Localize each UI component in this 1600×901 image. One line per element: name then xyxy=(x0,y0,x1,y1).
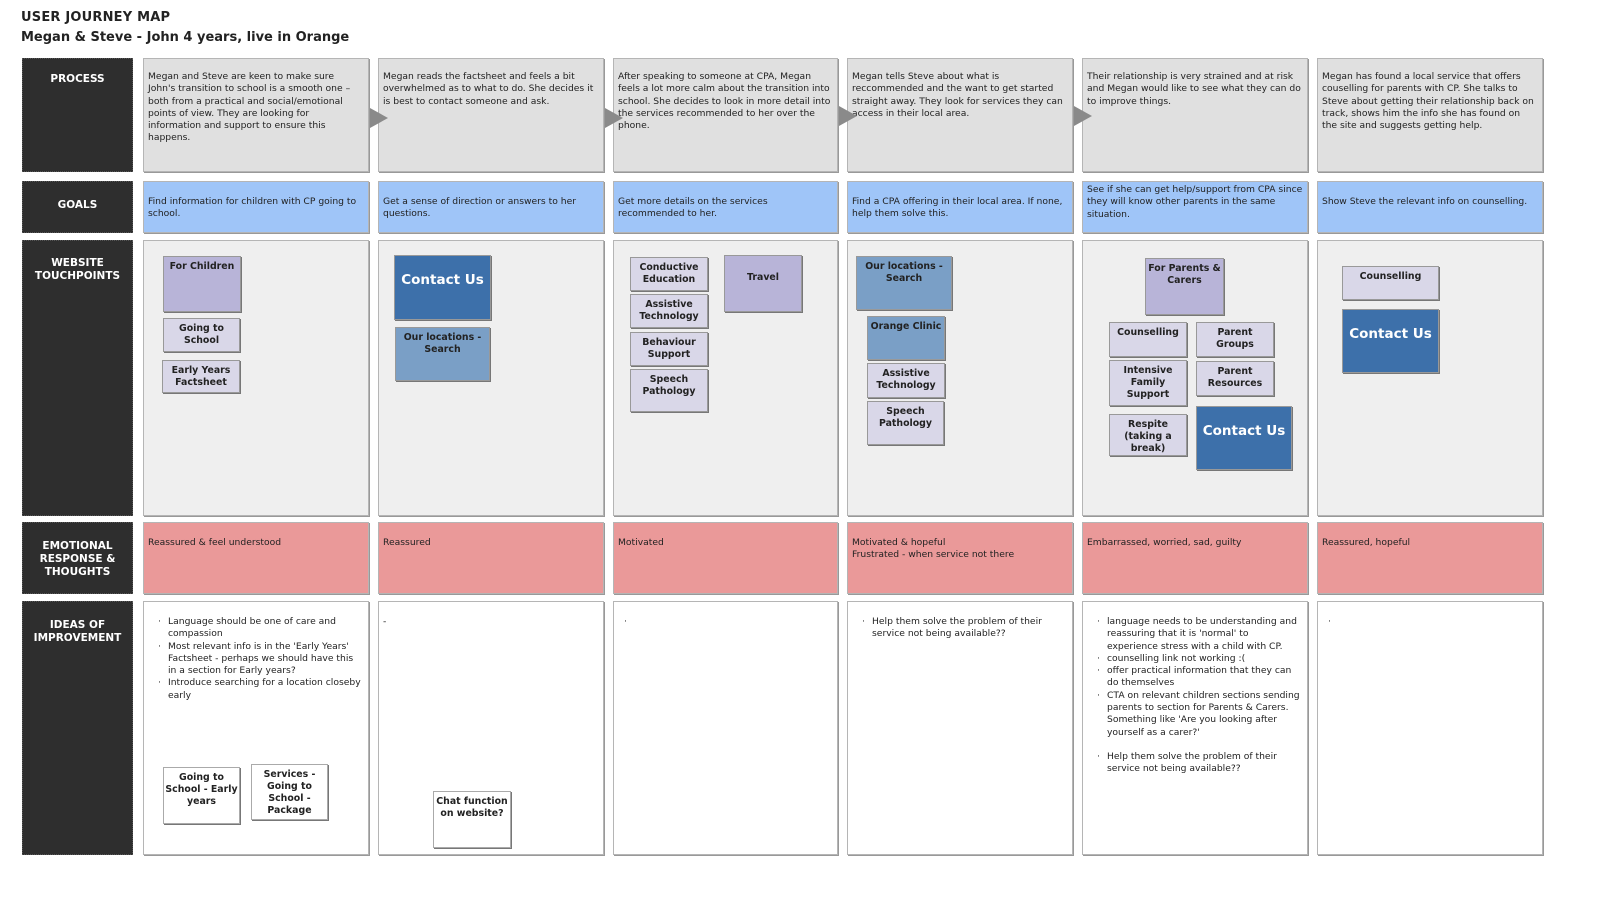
arrow-right-icon xyxy=(605,108,623,128)
goal-cell-1: Find information for children with CP go… xyxy=(143,181,369,233)
row-label-touchpoints: WEBSITE TOUCHPOINTS xyxy=(22,240,133,516)
idea-item: Introduce searching for a location close… xyxy=(158,677,362,702)
ideas-cell-6: · xyxy=(1317,601,1543,855)
idea-item: Language should be one of care and compa… xyxy=(158,616,362,641)
idea-item: Help them solve the problem of their ser… xyxy=(862,616,1066,641)
touchpoint-counselling[interactable]: Counselling xyxy=(1342,266,1439,300)
idea-item: counselling link not working :( xyxy=(1097,653,1301,666)
touchpoints-cell-3: Conductive Education Assistive Technolog… xyxy=(613,240,838,516)
idea-item: Most relevant info is in the 'Early Year… xyxy=(158,641,362,678)
touchpoint-parent-resources[interactable]: Parent Resources xyxy=(1196,361,1274,396)
idea-box-going-to-school-early-years[interactable]: Going to School - Early years xyxy=(163,767,240,824)
touchpoints-cell-4: Our locations - Search Orange Clinic Ass… xyxy=(847,240,1073,516)
process-cell-6: Megan has found a local service that off… xyxy=(1317,58,1543,172)
touchpoint-our-locations-search[interactable]: Our locations - Search xyxy=(856,256,952,310)
touchpoint-assistive-technology[interactable]: Assistive Technology xyxy=(867,363,945,398)
touchpoint-contact-us[interactable]: Contact Us xyxy=(1196,406,1292,470)
process-cell-2: Megan reads the factsheet and feels a bi… xyxy=(378,58,604,172)
touchpoint-conductive-education[interactable]: Conductive Education xyxy=(630,257,708,291)
touchpoint-travel[interactable]: Travel xyxy=(724,255,802,312)
touchpoints-cell-5: For Parents & Carers Counselling Parent … xyxy=(1082,240,1308,516)
touchpoint-contact-us[interactable]: Contact Us xyxy=(394,255,491,320)
touchpoints-cell-1: For Children Going to School Early Years… xyxy=(143,240,369,516)
touchpoint-speech-pathology[interactable]: Speech Pathology xyxy=(867,401,944,445)
touchpoint-speech-pathology[interactable]: Speech Pathology xyxy=(630,369,708,412)
idea-box-services-going-to-school[interactable]: Services - Going to School - Package xyxy=(251,764,328,820)
page-subtitle: Megan & Steve - John 4 years, live in Or… xyxy=(21,30,350,45)
idea-item: offer practical information that they ca… xyxy=(1097,665,1301,690)
emotion-cell-6: Reassured, hopeful xyxy=(1317,522,1543,594)
goal-cell-4: Find a CPA offering in their local area.… xyxy=(847,181,1073,233)
ideas-cell-5: language needs to be understanding and r… xyxy=(1082,601,1308,855)
ideas-cell-2: - Chat function on website? xyxy=(378,601,604,855)
page-title: USER JOURNEY MAP xyxy=(21,10,171,25)
touchpoint-for-parents-and-carers[interactable]: For Parents & Carers xyxy=(1145,258,1224,315)
idea-box-chat-function[interactable]: Chat function on website? xyxy=(433,791,511,848)
goal-cell-3: Get more details on the services recomme… xyxy=(613,181,838,233)
goal-cell-6: Show Steve the relevant info on counsell… xyxy=(1317,181,1543,233)
touchpoint-going-to-school[interactable]: Going to School xyxy=(163,318,240,352)
process-cell-1: Megan and Steve are keen to make sure Jo… xyxy=(143,58,369,172)
touchpoint-behaviour-support[interactable]: Behaviour Support xyxy=(630,332,708,366)
emotion-cell-2: Reassured xyxy=(378,522,604,594)
row-label-goals: GOALS xyxy=(22,181,133,233)
process-cell-5: Their relationship is very strained and … xyxy=(1082,58,1308,172)
process-cell-4: Megan tells Steve about what is reccomme… xyxy=(847,58,1073,172)
arrow-right-icon xyxy=(370,108,388,128)
ideas-cell-4: Help them solve the problem of their ser… xyxy=(847,601,1073,855)
row-label-ideas: IDEAS OF IMPROVEMENT xyxy=(22,601,133,855)
touchpoint-respite[interactable]: Respite (taking a break) xyxy=(1109,414,1187,456)
touchpoint-parent-groups[interactable]: Parent Groups xyxy=(1196,322,1274,357)
row-label-emotional: EMOTIONAL RESPONSE & THOUGHTS xyxy=(22,522,133,594)
touchpoint-orange-clinic[interactable]: Orange Clinic xyxy=(867,316,945,360)
goal-cell-5: See if she can get help/support from CPA… xyxy=(1082,181,1308,233)
idea-item: language needs to be understanding and r… xyxy=(1097,616,1301,653)
emotion-cell-4: Motivated & hopeful Frustrated - when se… xyxy=(847,522,1073,594)
touchpoint-counselling[interactable]: Counselling xyxy=(1109,322,1187,357)
touchpoint-early-years-factsheet[interactable]: Early Years Factsheet xyxy=(162,360,240,393)
ideas-cell-1: Language should be one of care and compa… xyxy=(143,601,369,855)
touchpoint-assistive-technology[interactable]: Assistive Technology xyxy=(630,294,708,328)
process-cell-3: After speaking to someone at CPA, Megan … xyxy=(613,58,838,172)
emotion-cell-1: Reassured & feel understood xyxy=(143,522,369,594)
idea-text: - xyxy=(383,616,387,627)
touchpoints-cell-6: Counselling Contact Us xyxy=(1317,240,1543,516)
arrow-right-icon xyxy=(1074,106,1092,126)
arrow-right-icon xyxy=(839,106,857,126)
emotion-cell-3: Motivated xyxy=(613,522,838,594)
touchpoint-intensive-family-support[interactable]: Intensive Family Support xyxy=(1109,360,1187,406)
idea-item: CTA on relevant children sections sendin… xyxy=(1097,690,1301,739)
emotion-line: Frustrated - when service not there xyxy=(852,549,1015,561)
touchpoint-contact-us[interactable]: Contact Us xyxy=(1342,309,1439,373)
goal-cell-2: Get a sense of direction or answers to h… xyxy=(378,181,604,233)
touchpoint-our-locations-search[interactable]: Our locations - Search xyxy=(395,327,490,381)
idea-item: Help them solve the problem of their ser… xyxy=(1097,751,1301,776)
ideas-cell-3: · xyxy=(613,601,838,855)
touchpoint-for-children[interactable]: For Children xyxy=(163,256,241,312)
touchpoints-cell-2: Contact Us Our locations - Search xyxy=(378,240,604,516)
emotion-line: Motivated & hopeful xyxy=(852,537,946,548)
emotion-cell-5: Embarrassed, worried, sad, guilty xyxy=(1082,522,1308,594)
row-label-process: PROCESS xyxy=(22,58,133,172)
